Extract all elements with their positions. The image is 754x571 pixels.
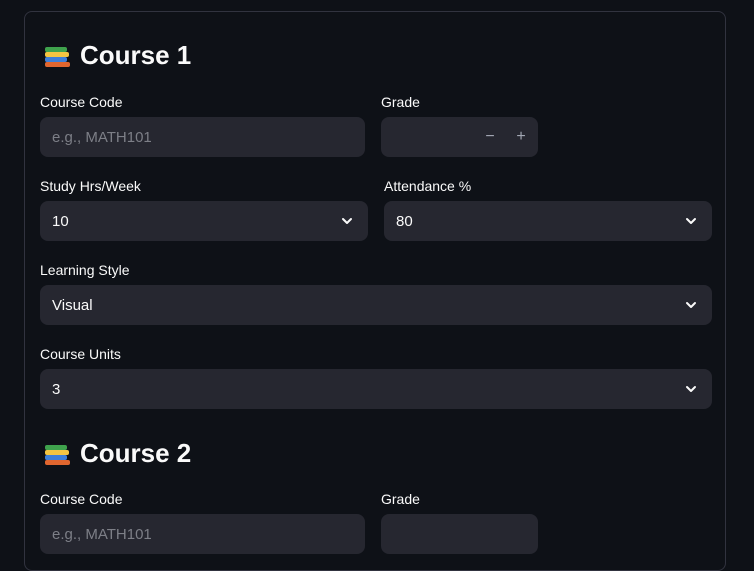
course-units-label: Course Units <box>40 346 121 362</box>
course-1-heading: Course 1 <box>44 40 191 71</box>
study-hours-select[interactable]: 10 <box>40 201 368 241</box>
chevron-down-icon <box>342 218 352 224</box>
attendance-value: 80 <box>396 212 413 230</box>
learning-style-label: Learning Style <box>40 262 130 278</box>
books-icon <box>44 442 72 466</box>
course-2-heading: Course 2 <box>44 438 191 469</box>
course-code-input[interactable] <box>40 524 365 544</box>
study-hours-label: Study Hrs/Week <box>40 178 141 194</box>
increment-button[interactable]: + <box>506 117 536 157</box>
chevron-down-icon <box>686 302 696 308</box>
course-2-title: Course 2 <box>80 438 192 468</box>
course-code-label: Course Code <box>40 94 123 110</box>
course-code-field[interactable] <box>40 514 365 554</box>
course-1-title: Course 1 <box>80 40 192 70</box>
attendance-label: Attendance % <box>384 178 472 194</box>
learning-style-select[interactable]: Visual <box>40 285 712 325</box>
grade-number-input[interactable] <box>381 514 538 554</box>
chevron-down-icon <box>686 218 696 224</box>
attendance-select[interactable]: 80 <box>384 201 712 241</box>
grade-number-input[interactable]: − + <box>381 117 538 157</box>
books-icon <box>44 44 72 68</box>
course-code-field[interactable] <box>40 117 365 157</box>
chevron-down-icon <box>686 386 696 392</box>
course-units-value: 3 <box>52 380 61 398</box>
grade-label: Grade <box>381 94 420 110</box>
course-code-label: Course Code <box>40 491 123 507</box>
course-code-input[interactable] <box>40 127 365 147</box>
decrement-button[interactable]: − <box>475 117 505 157</box>
grade-label: Grade <box>381 491 420 507</box>
course-units-select[interactable]: 3 <box>40 369 712 409</box>
study-hours-value: 10 <box>52 212 69 230</box>
learning-style-value: Visual <box>52 296 93 314</box>
